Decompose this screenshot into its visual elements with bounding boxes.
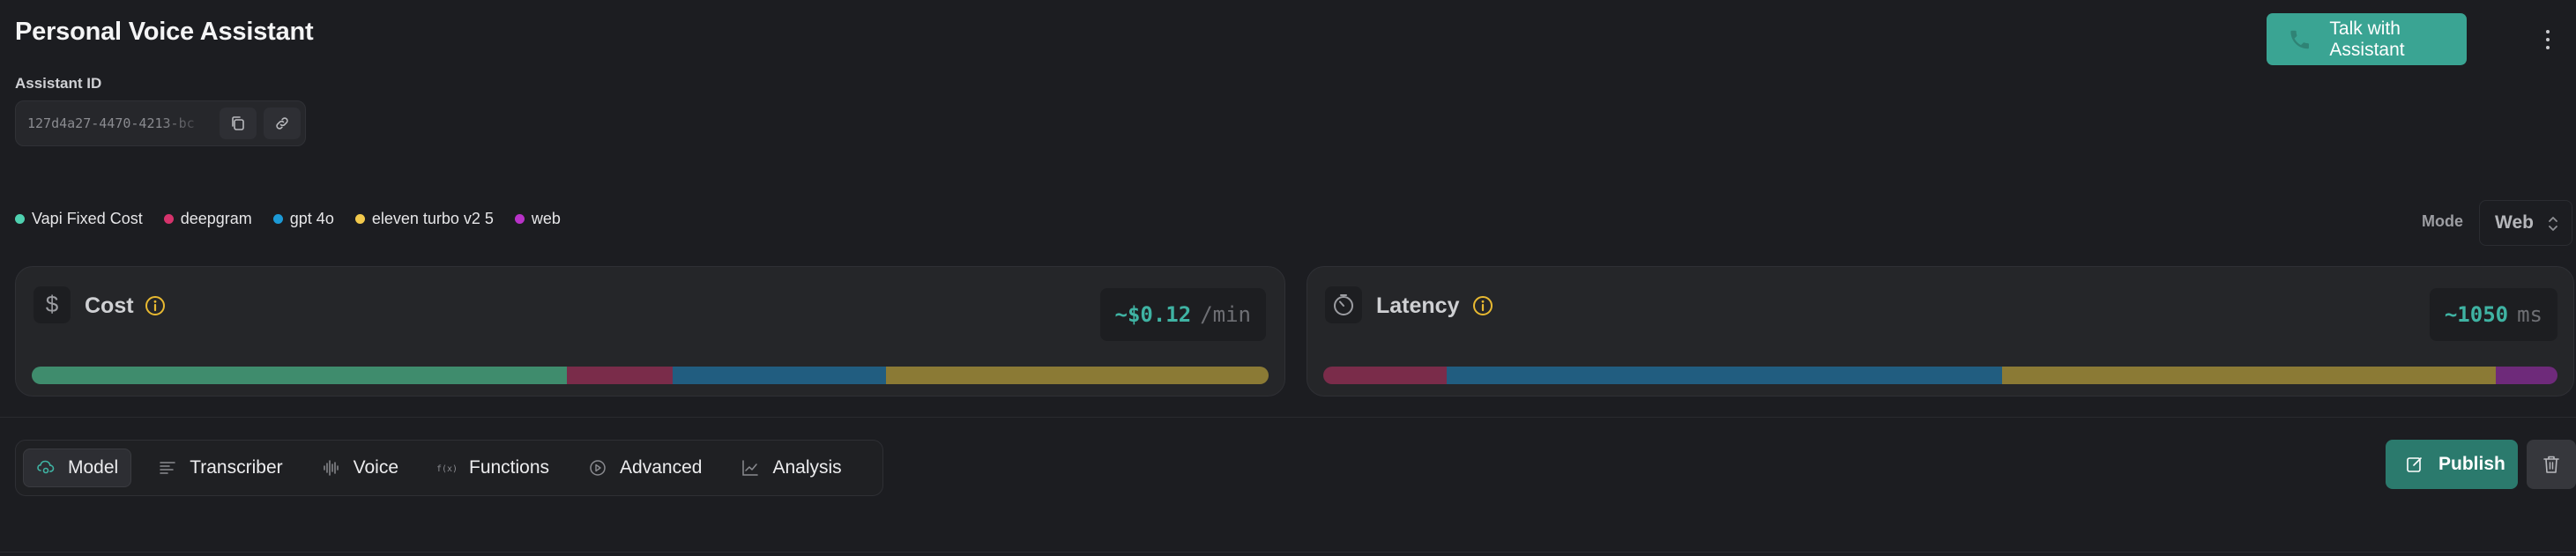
tab-analysis[interactable]: Analysis — [728, 449, 853, 487]
timer-icon — [1325, 286, 1362, 323]
assistant-id-value[interactable]: 127d4a27-4470-4213-bc — [27, 115, 212, 131]
cost-info-icon[interactable] — [144, 294, 167, 317]
chevron-up-down-icon — [2549, 217, 2557, 231]
bar-segment — [672, 367, 887, 384]
trash-icon — [2543, 456, 2559, 473]
more-options-icon[interactable] — [2530, 18, 2565, 62]
legend-item: web — [514, 210, 561, 228]
latency-unit: ms — [2517, 302, 2542, 327]
talk-button-label: Talk with Assistant — [2329, 18, 2405, 60]
latency-title: Latency — [1376, 293, 1460, 318]
link-icon — [276, 117, 288, 130]
latency-breakdown-bar — [1323, 367, 2557, 384]
tab-label: Advanced — [620, 457, 703, 478]
bar-segment — [1323, 367, 1447, 384]
cost-title: Cost — [85, 293, 134, 318]
cost-unit: /min — [1200, 302, 1251, 327]
legend-dot — [514, 214, 525, 224]
assistant-id-label: Assistant ID — [15, 75, 102, 92]
cost-breakdown-bar — [32, 367, 1269, 384]
legend-dot — [163, 214, 174, 224]
page-title: Personal Voice Assistant — [15, 18, 314, 46]
tab-functions[interactable]: f(x) Functions — [425, 449, 562, 487]
copy-icon — [232, 116, 244, 130]
legend-label: Vapi Fixed Cost — [32, 210, 143, 227]
publish-label: Publish — [2438, 454, 2505, 474]
latency-info-icon[interactable] — [1471, 294, 1494, 317]
talk-with-assistant-button[interactable]: Talk with Assistant — [2267, 13, 2467, 65]
tab-voice[interactable]: Voice — [309, 449, 411, 487]
legend-label: eleven turbo v2 5 — [371, 210, 494, 227]
legend-item: Vapi Fixed Cost — [15, 210, 143, 228]
model-icon — [37, 460, 55, 474]
delete-button[interactable] — [2527, 440, 2576, 489]
tab-label: Voice — [353, 457, 398, 478]
bar-segment — [2002, 367, 2496, 384]
functions-icon: f(x) — [437, 464, 457, 474]
svg-text:$: $ — [46, 293, 59, 317]
bar-segment — [2496, 367, 2557, 384]
legend-item: eleven turbo v2 5 — [354, 210, 494, 228]
bar-segment — [1447, 367, 2002, 384]
publish-button[interactable]: Publish — [2386, 440, 2518, 489]
cost-card: $ Cost ~$0.12 /min — [15, 266, 1285, 397]
assistant-id-field: 127d4a27-4470-4213-bc — [15, 100, 306, 146]
legend-label: deepgram — [180, 210, 252, 227]
analysis-icon — [742, 460, 759, 476]
legend-item: gpt 4o — [272, 210, 334, 228]
tab-model[interactable]: Model — [23, 449, 132, 487]
advanced-icon — [590, 460, 606, 476]
tab-transcriber[interactable]: Transcriber — [145, 449, 294, 487]
config-tabs: Model Transcriber Voice f(x) Functions A… — [15, 440, 883, 496]
transcriber-icon — [160, 462, 175, 474]
legend-dot — [15, 214, 25, 224]
dollar-icon: $ — [34, 286, 71, 323]
assistant-page: Personal Voice Assistant Assistant ID 12… — [0, 0, 2576, 556]
divider — [0, 417, 2576, 418]
phone-icon — [2290, 30, 2309, 48]
edit-icon — [2407, 457, 2422, 472]
latency-value-box: ~1050 ms — [2429, 288, 2557, 341]
copy-link-button[interactable] — [264, 107, 301, 139]
legend-label: gpt 4o — [289, 210, 334, 227]
legend-dot — [272, 214, 283, 224]
svg-text:f(x): f(x) — [437, 464, 457, 474]
legend-item: deepgram — [163, 210, 252, 228]
cost-value-box: ~$0.12 /min — [1099, 288, 1266, 341]
mode-label: Mode — [2422, 212, 2463, 230]
cost-value: ~$0.12 — [1114, 302, 1192, 327]
latency-value: ~1050 — [2444, 302, 2509, 327]
mode-value: Web — [2495, 212, 2534, 233]
voice-icon — [323, 460, 339, 476]
latency-card: Latency ~1050 ms — [1307, 266, 2574, 397]
bar-segment — [886, 367, 1269, 384]
copy-id-button[interactable] — [220, 107, 257, 139]
tab-label: Transcriber — [190, 457, 283, 478]
legend-label: web — [531, 210, 561, 227]
tab-advanced[interactable]: Advanced — [576, 449, 714, 487]
bar-segment — [32, 367, 568, 384]
tab-label: Analysis — [772, 457, 842, 478]
tab-label: Model — [68, 457, 119, 478]
tab-label: Functions — [469, 457, 550, 478]
mode-select[interactable]: Web — [2479, 200, 2572, 246]
legend-dot — [354, 214, 365, 224]
bar-segment — [567, 367, 673, 384]
cost-legend: Vapi Fixed Cost deepgram gpt 4o eleven t… — [15, 210, 582, 228]
